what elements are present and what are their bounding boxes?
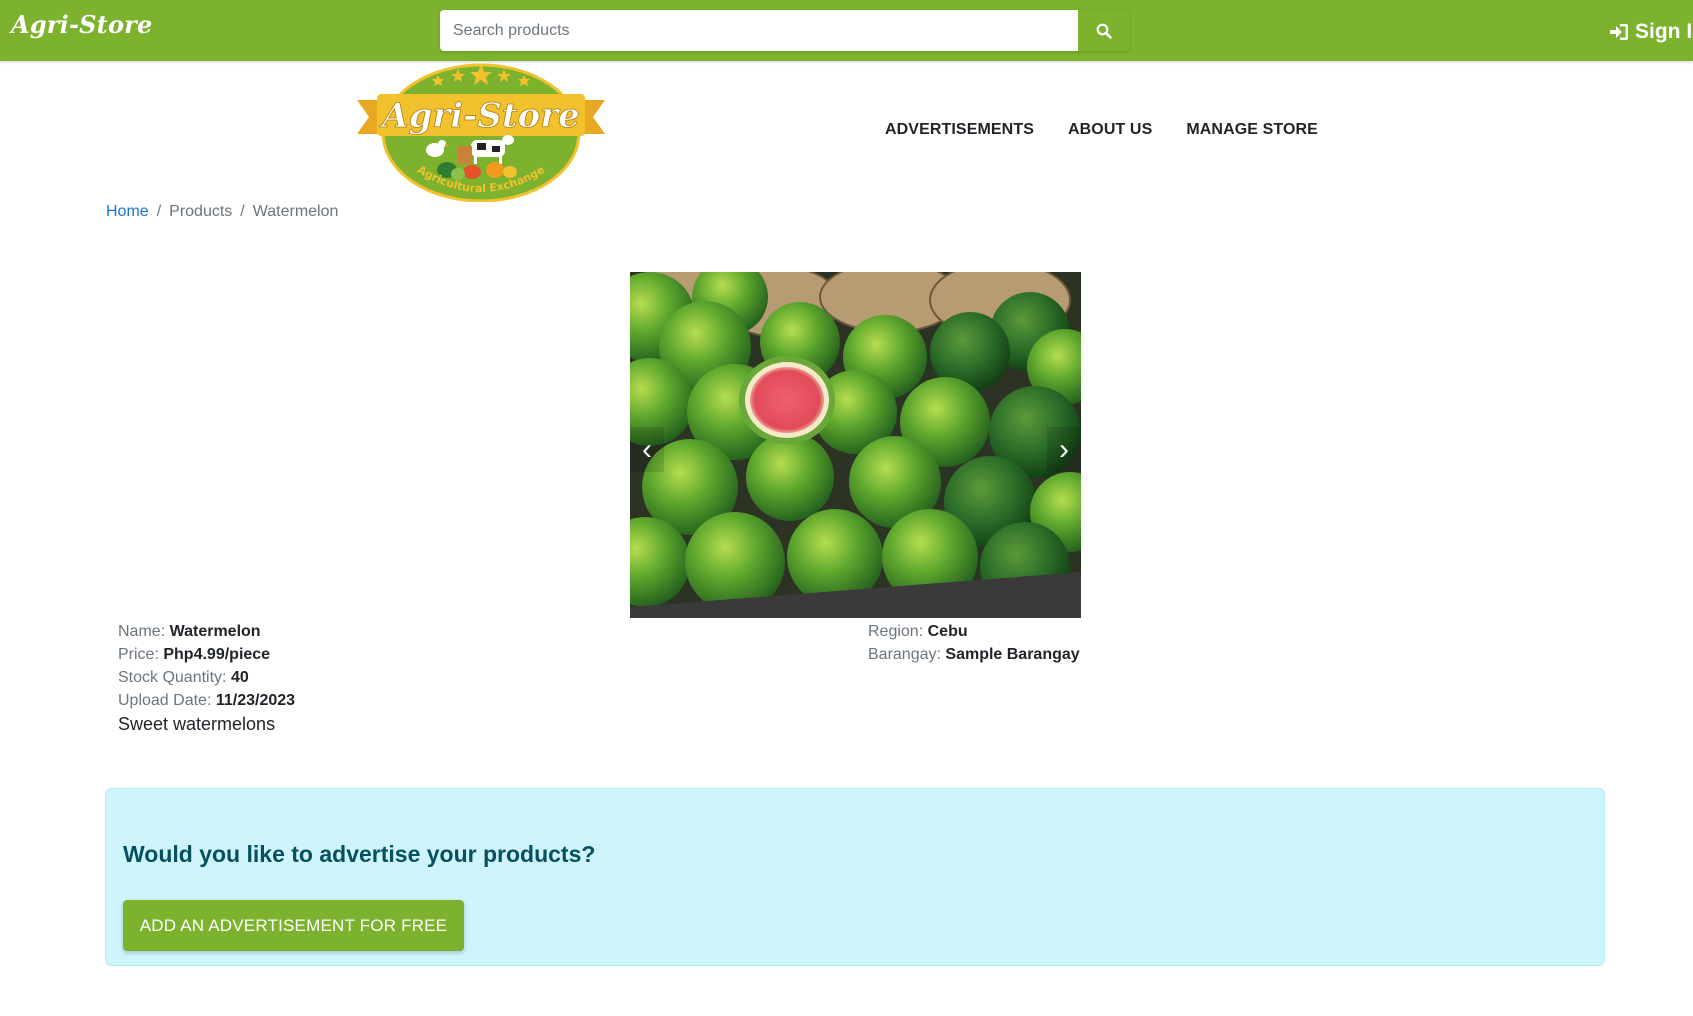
chevron-left-icon: ‹ [642,432,652,466]
main-nav: ADVERTISEMENTS ABOUT US MANAGE STORE [885,121,1318,139]
sign-in-link[interactable]: Sign In [1609,20,1693,44]
breadcrumb-products[interactable]: Products [169,203,232,221]
carousel-prev-button[interactable]: ‹ [630,427,664,472]
product-description: Sweet watermelons [118,714,276,734]
product-upload-label: Upload Date: [118,692,212,709]
search-icon [1096,23,1112,39]
promo-title: Would you like to advertise your product… [123,841,596,867]
product-image [630,272,1081,618]
product-details-left: Name: Watermelon Price: Php4.99/piece St… [118,620,295,712]
product-image-carousel: ‹ › [630,272,1081,618]
product-price-value: Php4.99/piece [163,646,271,663]
product-name-value: Watermelon [169,623,261,640]
breadcrumb-separator: / [240,203,245,220]
nav-manage-store[interactable]: MANAGE STORE [1186,121,1318,139]
sign-in-icon [1610,24,1628,40]
nav-about-us[interactable]: ABOUT US [1068,121,1152,139]
product-barangay-row: Barangay: Sample Barangay [868,643,1080,666]
top-navbar: Agri-Store Sign In [0,0,1693,61]
product-stock-label: Stock Quantity: [118,669,227,686]
logo-title: Agri-Store [379,96,580,136]
add-advertisement-button[interactable]: ADD AN ADVERTISEMENT FOR FREE [123,900,464,951]
product-barangay-label: Barangay: [868,646,941,663]
chevron-right-icon: › [1059,432,1069,466]
product-barangay-value: Sample Barangay [945,646,1080,663]
product-region-label: Region: [868,623,924,640]
sign-in-label: Sign In [1635,20,1693,43]
agri-store-logo[interactable]: Agri-Store Agricultural Exchange [355,62,607,203]
product-region-row: Region: Cebu [868,620,1080,643]
product-name-row: Name: Watermelon [118,620,295,643]
product-price-row: Price: Php4.99/piece [118,643,295,666]
product-price-label: Price: [118,646,159,663]
product-upload-row: Upload Date: 11/23/2023 [118,689,295,712]
search-bar [440,10,1129,51]
breadcrumb-separator: / [156,203,162,220]
product-stock-row: Stock Quantity: 40 [118,666,295,689]
search-input[interactable] [440,10,1078,51]
brand-logo-text[interactable]: Agri-Store [11,10,152,39]
carousel-next-button[interactable]: › [1047,427,1081,472]
breadcrumb-current: Watermelon [252,203,339,220]
product-region-value: Cebu [927,623,968,640]
breadcrumb: Home / Products / Watermelon [106,203,338,221]
product-name-label: Name: [118,623,166,640]
advertise-promo-alert: Would you like to advertise your product… [105,788,1605,966]
product-upload-value: 11/23/2023 [215,692,296,709]
search-button[interactable] [1078,10,1129,51]
breadcrumb-home[interactable]: Home [106,203,149,221]
product-stock-value: 40 [230,669,249,686]
nav-advertisements[interactable]: ADVERTISEMENTS [885,121,1034,139]
product-details-right: Region: Cebu Barangay: Sample Barangay [868,620,1080,666]
